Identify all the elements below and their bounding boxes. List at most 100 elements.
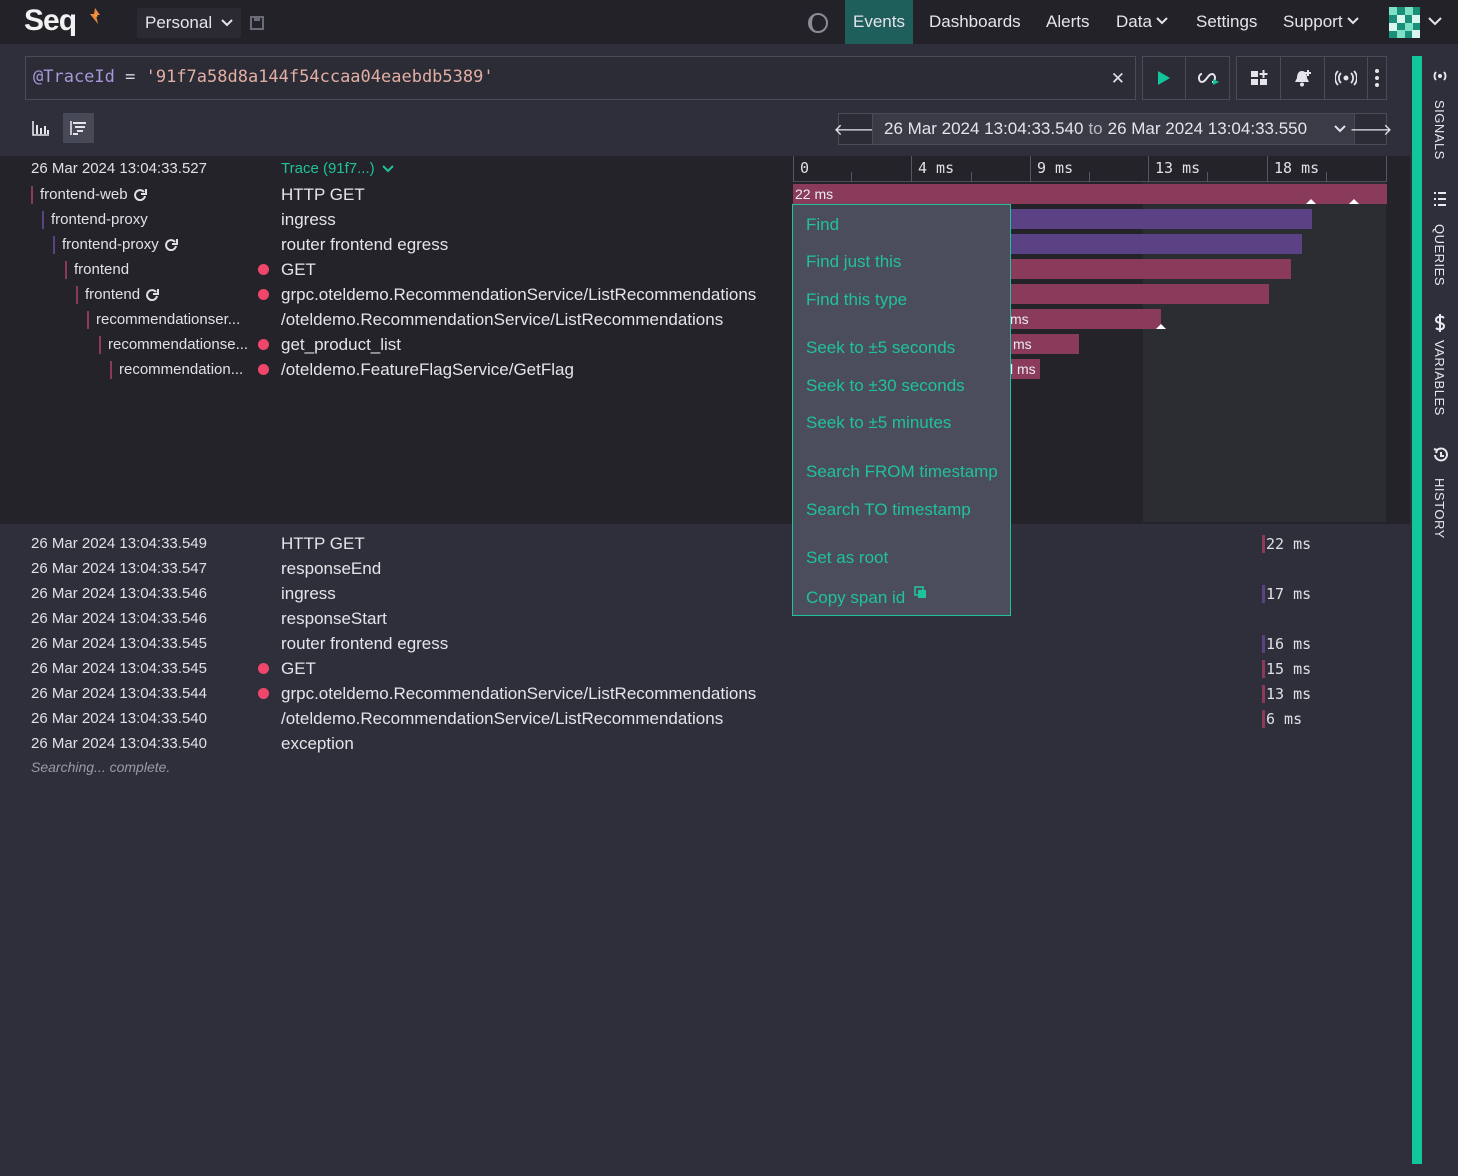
event-duration: 6 ms [1262, 708, 1302, 730]
add-to-dashboard-button[interactable] [1236, 56, 1281, 100]
span-bar[interactable]: l ms [1008, 359, 1040, 379]
run-query-button[interactable] [1142, 56, 1186, 100]
event-message[interactable]: router frontend egress [281, 631, 448, 656]
span-name[interactable]: /oteldemo.FeatureFlagService/GetFlag [281, 357, 574, 382]
event-message[interactable]: HTTP GET [281, 531, 365, 556]
event-message[interactable]: /oteldemo.RecommendationService/ListReco… [281, 706, 723, 731]
menu-item-set-root[interactable]: Set as root [806, 548, 888, 568]
error-indicator [258, 289, 269, 300]
bell-plus-icon [1294, 70, 1311, 87]
search-status: Searching... complete. [31, 759, 171, 775]
trace-link[interactable]: Trace (91f7...) [281, 160, 394, 177]
nav-alerts[interactable]: Alerts [1046, 0, 1089, 44]
signal-stream-button[interactable] [1324, 56, 1368, 100]
axis-tick-label: 18 ms [1274, 159, 1320, 177]
nav-dashboards[interactable]: Dashboards [929, 0, 1021, 44]
span-name[interactable]: grpc.oteldemo.RecommendationService/List… [281, 282, 756, 307]
nav-settings[interactable]: Settings [1196, 0, 1257, 44]
trace-waterfall-icon [70, 120, 86, 135]
chevron-down-icon [1334, 125, 1346, 133]
nav-events[interactable]: Events [845, 0, 913, 44]
query-keyword: @TraceId [33, 67, 115, 87]
event-message[interactable]: ingress [281, 581, 336, 606]
menu-item-find-just-this[interactable]: Find just this [806, 252, 901, 272]
workspace-selector[interactable]: Personal [137, 8, 241, 38]
span-bar[interactable]: ms [1008, 309, 1161, 329]
menu-item-search-from[interactable]: Search FROM timestamp [806, 462, 998, 482]
menu-item-find-this-type[interactable]: Find this type [806, 290, 907, 310]
event-duration: 22 ms [1262, 533, 1311, 555]
workspace-label: Personal [145, 13, 213, 32]
sidebar-item-queries[interactable]: QUERIES [1428, 190, 1452, 290]
axis-minor-tick [1326, 172, 1327, 182]
flame-icon [90, 8, 100, 24]
axis-tick [1030, 156, 1031, 182]
span-name[interactable]: GET [281, 257, 316, 282]
nav-support[interactable]: Support [1283, 0, 1359, 44]
nav-data[interactable]: Data [1116, 0, 1168, 44]
chart-view-button[interactable] [25, 113, 56, 143]
event-message[interactable]: grpc.oteldemo.RecommendationService/List… [281, 681, 756, 706]
menu-item-find[interactable]: Find [806, 215, 839, 235]
sidebar-item-history[interactable]: HISTORY [1428, 446, 1452, 546]
kebab-menu-icon [1375, 69, 1379, 87]
range-back-button[interactable]: 🡐 [834, 114, 877, 144]
span-bar[interactable] [1011, 209, 1312, 229]
chevron-down-icon[interactable] [1428, 17, 1442, 26]
span-name[interactable]: HTTP GET [281, 182, 365, 207]
trace-view-button[interactable] [63, 113, 94, 143]
chevron-down-icon [1346, 17, 1359, 25]
user-avatar[interactable] [1389, 7, 1420, 38]
span-name[interactable]: router frontend egress [281, 232, 448, 257]
event-duration: 15 ms [1262, 658, 1311, 680]
timeline-shade [1143, 182, 1386, 522]
span-bar[interactable] [1011, 284, 1269, 304]
menu-item-copy-span-id[interactable]: Copy span id [806, 586, 927, 608]
span-service-label: frontend-proxy [62, 236, 159, 253]
error-indicator [258, 688, 269, 699]
span-bar[interactable]: ms [1011, 334, 1079, 354]
range-forward-button[interactable]: 🡒 [1350, 114, 1393, 144]
query-text[interactable]: @TraceId = '91f7a58d8a144f54ccaa04eaebdb… [33, 67, 494, 87]
error-indicator [258, 264, 269, 275]
time-range-picker: 🡐 26 Mar 2024 13:04:33.540 to 26 Mar 2024 … [834, 113, 1393, 145]
event-marker [1306, 199, 1316, 204]
range-from: 26 Mar 2024 13:04:33.540 [884, 119, 1084, 138]
add-alert-button[interactable] [1280, 56, 1325, 100]
theme-toggle-icon[interactable] [807, 12, 829, 34]
sidebar-label: HISTORY [1432, 478, 1447, 539]
span-name[interactable]: get_product_list [281, 332, 401, 357]
sidebar-item-signals[interactable]: SIGNALS [1428, 66, 1452, 166]
search-input[interactable]: @TraceId = '91f7a58d8a144f54ccaa04eaebdb… [25, 56, 1136, 100]
span-service-label: frontend [74, 261, 130, 278]
span-bar[interactable] [1011, 259, 1291, 279]
sidebar-label: VARIABLES [1432, 340, 1447, 416]
seq-logo[interactable]: Seq [24, 4, 77, 38]
span-service-label: recommendation... [119, 361, 244, 378]
menu-item-seek-30s[interactable]: Seek to ±30 seconds [806, 376, 965, 396]
menu-item-seek-5m[interactable]: Seek to ±5 minutes [806, 413, 951, 433]
menu-item-seek-5s[interactable]: Seek to ±5 seconds [806, 338, 955, 358]
event-duration-label: 13 ms [1266, 685, 1312, 703]
sidebar-item-variables[interactable]: VARIABLES [1428, 314, 1452, 424]
event-message[interactable]: responseEnd [281, 556, 381, 581]
event-message[interactable]: GET [281, 656, 316, 681]
span-bar[interactable]: 22 ms [793, 184, 1387, 204]
broadcast-icon [1335, 70, 1357, 86]
infinity-play-icon [1197, 72, 1219, 85]
span-name[interactable]: /oteldemo.RecommendationService/ListReco… [281, 307, 723, 332]
clear-icon[interactable]: ✕ [1111, 69, 1125, 89]
event-message[interactable]: exception [281, 731, 354, 756]
trace-timestamp: 26 Mar 2024 13:04:33.527 [31, 160, 207, 177]
query-value: '91f7a58d8a144f54ccaa04eaebdb5389' [145, 67, 494, 87]
event-message[interactable]: responseStart [281, 606, 387, 631]
span-name[interactable]: ingress [281, 207, 336, 232]
menu-item-search-to[interactable]: Search TO timestamp [806, 500, 971, 520]
more-options-button[interactable] [1367, 56, 1387, 100]
chevron-down-icon [221, 19, 233, 27]
time-range-selector[interactable]: 26 Mar 2024 13:04:33.540 to 26 Mar 2024 13… [872, 114, 1355, 144]
axis-tick-label: 0 [800, 159, 810, 177]
save-icon[interactable] [250, 16, 264, 30]
tail-button[interactable] [1185, 56, 1230, 100]
span-bar[interactable] [1011, 234, 1302, 254]
